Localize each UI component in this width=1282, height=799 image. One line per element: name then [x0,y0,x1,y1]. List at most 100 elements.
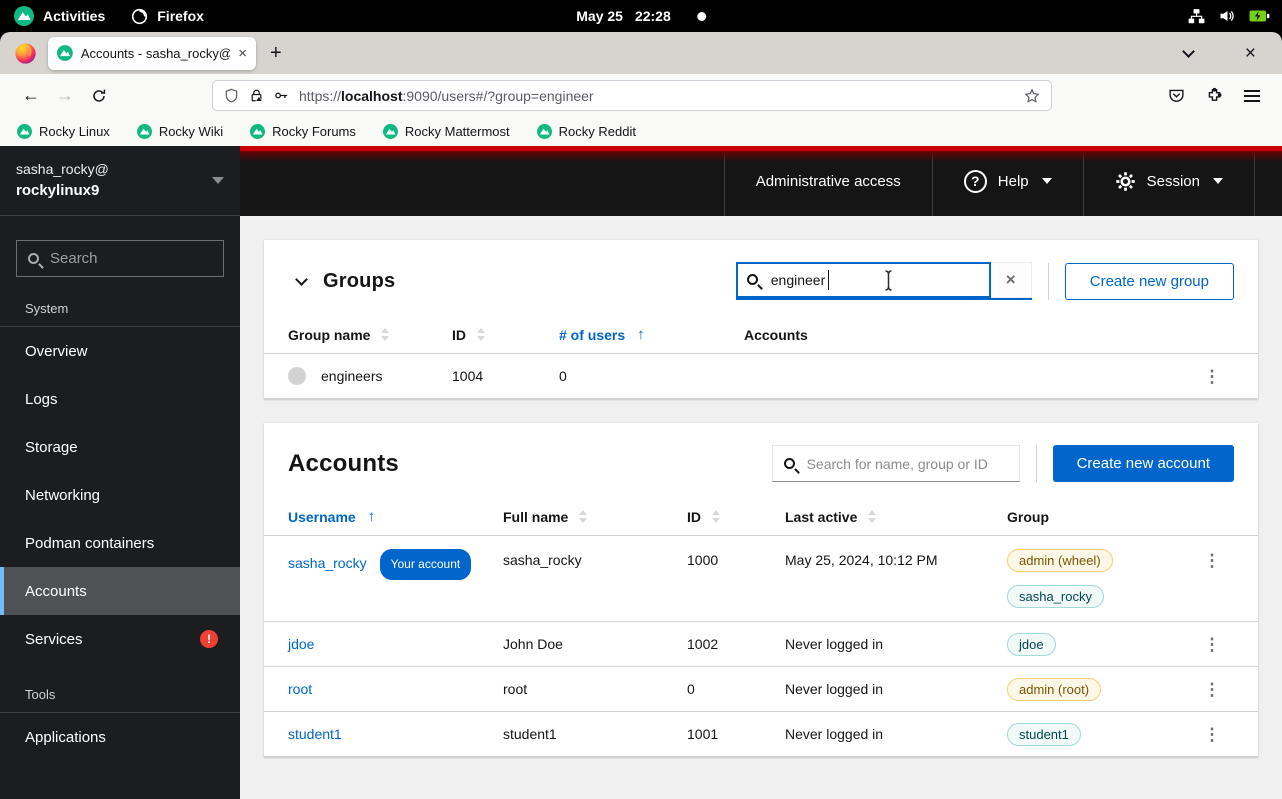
account-row-root: root root 0 Never logged in admin (root)… [264,667,1258,712]
url-bar[interactable]: https://localhost:9090/users#/?group=eng… [212,80,1052,111]
account-row-student1: student1 student1 1001 Never logged in s… [264,712,1258,757]
system-tray[interactable] [1188,8,1270,25]
search-icon [28,253,39,264]
chevron-down-icon [1213,178,1223,184]
app-menu-label: Firefox [157,8,204,24]
accounts-table: Username↑ Full name ID Last active Group… [264,498,1258,757]
bookmark-rocky-wiki[interactable]: Rocky Wiki [137,124,223,139]
full-name: sasha_rocky [503,549,687,572]
firefox-logo-icon [13,41,38,66]
sidebar-search[interactable] [16,240,224,277]
column-id[interactable]: ID [452,327,559,343]
activities-button[interactable]: Activities [14,6,105,26]
user-id: 1002 [687,636,785,652]
volume-icon [1218,8,1236,24]
create-new-account-button[interactable]: Create new account [1053,445,1234,482]
activities-label: Activities [43,8,105,24]
sidebar-item-overview[interactable]: Overview [0,327,240,375]
host-user: sasha_rocky@ [16,159,109,179]
username-link[interactable]: root [288,681,312,697]
kebab-menu-icon[interactable]: ⋮ [1190,636,1234,653]
kebab-menu-icon[interactable]: ⋮ [1190,549,1234,572]
sort-icon[interactable] [868,510,876,523]
column-last-active[interactable]: Last active [785,509,1007,525]
bookmark-rocky-mattermost[interactable]: Rocky Mattermost [383,124,510,139]
groups-search: × [736,262,1032,300]
bookmark-rocky-forums[interactable]: Rocky Forums [250,124,356,139]
last-active: Never logged in [785,681,1007,697]
masthead: Administrative access ? Help Session [240,146,1282,216]
sidebar-item-applications[interactable]: Applications [0,713,240,761]
kebab-menu-icon[interactable]: ⋮ [1190,726,1234,743]
your-account-badge: Your account [380,549,472,580]
accounts-search [772,445,1020,482]
group-label: student1 [1007,723,1081,746]
administrative-access-button[interactable]: Administrative access [724,146,932,216]
list-all-tabs-icon[interactable] [1182,45,1195,58]
sidebar-item-logs[interactable]: Logs [0,375,240,423]
sidebar-item-networking[interactable]: Networking [0,471,240,519]
username-link[interactable]: student1 [288,726,342,742]
tab-close-icon[interactable]: × [238,46,247,61]
sort-icon[interactable] [579,510,587,523]
groups-table: Group name ID # of users↑ Accounts engin… [264,316,1258,399]
column-username[interactable]: Username↑ [288,508,503,525]
user-id: 1000 [687,549,785,572]
bookmark-star-icon[interactable] [1024,88,1040,104]
firefox-mono-icon [131,8,148,25]
forward-button[interactable]: → [48,81,82,111]
firefox-view-button[interactable] [12,40,38,66]
url-text[interactable]: https://localhost:9090/users#/?group=eng… [299,88,594,104]
clock[interactable]: May 25 22:28 [576,8,706,24]
new-tab-button[interactable]: + [270,42,282,65]
groups-search-input[interactable] [736,262,991,298]
sidebar-item-storage[interactable]: Storage [0,423,240,471]
extensions-puzzle-icon[interactable] [1206,87,1223,104]
column-full-name[interactable]: Full name [503,509,687,525]
window-close-icon[interactable]: × [1245,44,1256,63]
reload-button[interactable] [82,81,116,111]
sort-icon[interactable] [477,328,485,341]
gnome-top-bar: Activities Firefox May 25 22:28 [0,0,1282,32]
cockpit-app: sasha_rocky@ rockylinux9 System Overview… [0,146,1282,799]
help-menu[interactable]: ? Help [932,146,1083,216]
group-label: admin (root) [1007,678,1101,701]
sidebar-item-podman-containers[interactable]: Podman containers [0,519,240,567]
sidebar-item-services[interactable]: Services ! [0,615,240,663]
username-link[interactable]: sasha_rocky [288,555,367,571]
account-row-jdoe: jdoe John Doe 1002 Never logged in jdoe … [264,622,1258,667]
session-menu[interactable]: Session [1083,146,1255,216]
browser-tab-accounts[interactable]: Accounts - sasha_rocky@ × [48,37,256,70]
groups-card: Groups × Create new group [264,240,1258,399]
sidebar-section-system: System [0,283,240,326]
last-active: Never logged in [785,636,1007,652]
rocky-favicon [17,124,32,139]
kebab-menu-icon[interactable]: ⋮ [1190,368,1234,385]
kebab-menu-icon[interactable]: ⋮ [1190,681,1234,698]
column-num-users[interactable]: # of users↑ [559,326,744,343]
rocky-favicon [250,124,265,139]
column-group-name[interactable]: Group name [288,327,452,343]
accounts-search-input[interactable] [772,445,1020,482]
bookmark-rocky-linux[interactable]: Rocky Linux [17,124,110,139]
back-button[interactable]: ← [14,81,48,111]
sort-icon[interactable] [712,510,720,523]
username-link[interactable]: jdoe [288,636,314,652]
host-switcher[interactable]: sasha_rocky@ rockylinux9 [0,146,240,216]
menu-hamburger-icon[interactable] [1244,90,1260,102]
bookmarks-bar: Rocky Linux Rocky Wiki Rocky Forums Rock… [0,117,1282,146]
sidebar-search-input[interactable] [50,250,190,267]
sidebar-item-accounts[interactable]: Accounts [0,567,240,615]
bookmark-rocky-reddit[interactable]: Rocky Reddit [537,124,636,139]
create-new-group-button[interactable]: Create new group [1065,263,1234,300]
clock-date: May 25 [576,8,623,24]
app-menu-firefox[interactable]: Firefox [131,8,204,25]
sort-icon[interactable] [381,328,389,341]
column-id[interactable]: ID [687,509,785,525]
groups-collapse-toggle-icon[interactable] [295,273,308,286]
pocket-icon[interactable] [1168,87,1185,104]
tab-favicon-rocky [57,45,73,61]
column-accounts: Accounts [744,327,1190,343]
clear-search-icon[interactable]: × [991,262,1032,298]
sort-ascending-icon: ↑ [637,326,645,343]
